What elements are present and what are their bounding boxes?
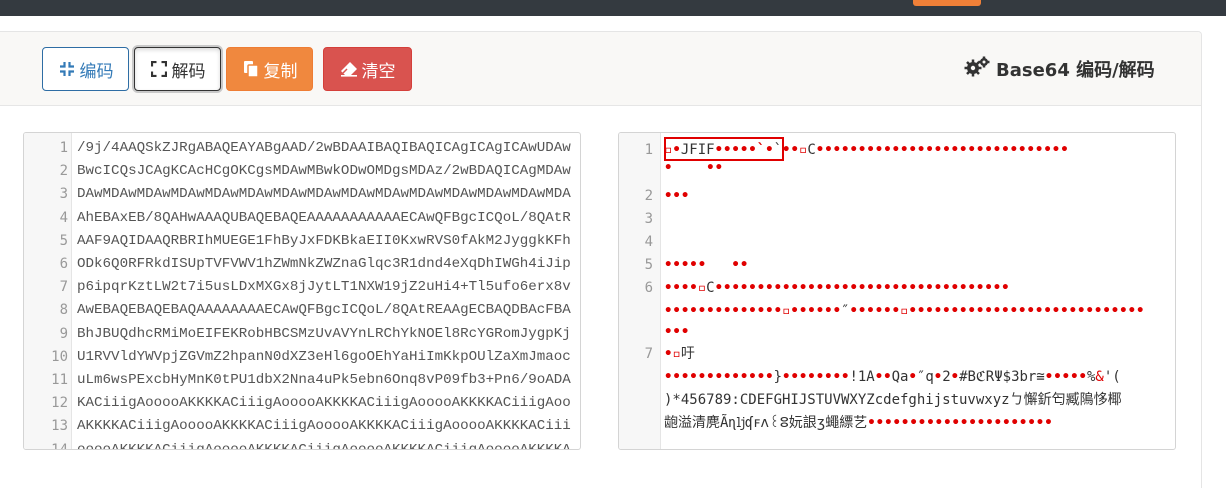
line-number: 7 [59,279,68,296]
line-number: 9 [59,325,68,342]
line-number: 3 [59,186,68,203]
line-number-gutter: 1 2 3 4 5 6 7 [619,133,661,449]
copy-icon [242,60,260,78]
encode-button[interactable]: 编码 [42,47,129,91]
code-line: DAwMDAwMDAwMDAwMDAwMDAwMDAwMDAwMDAwMDAwM… [77,186,571,203]
top-navbar [0,0,1226,16]
copy-button-label: 复制 [263,61,298,82]
line-number: 4 [644,234,653,250]
decode-button[interactable]: 解码 [134,47,221,91]
code-line: BwcICQsJCAgKCAcHCgOKCgsMDAwMBwkODwOMDgsM… [77,163,571,180]
code-line: ODk6Q0RFRkdISUpTVFVWV1hZWmNkZWZnaGlqc3R1… [77,256,571,272]
clear-button[interactable]: 清空 [323,47,412,91]
encode-button-label: 编码 [79,61,114,82]
code-line: AhEBAxEB/8QAHwAAAQUBAQEBAQEAAAAAAAAAAAEC… [77,209,571,226]
line-number: 11 [51,372,68,388]
decoded-output-editor[interactable]: 1 2 3 4 5 6 7 ▫•JFIF•••••`•`••▫C••••••••… [618,132,1176,450]
output-line: )*456789:CDEFGHIJSTUVWXYZcdefghijstuvwxy… [664,392,1122,408]
line-number: 7 [644,346,653,362]
line-number: 8 [59,302,68,319]
line-number: 10 [51,348,68,365]
line-number: 13 [51,418,68,435]
output-line: •▫吁 [664,346,695,362]
code-line: AwEBAQEBAQEBAQAAAAAAAAECAwQFBgcICQoL/8QA… [77,302,571,319]
page-title: Base64 编码/解码 [964,56,1155,83]
decode-button-label: 解码 [171,61,206,82]
output-line: •••••••••••••}••••••••!1A••Qa•″q•2•#BℭRΨ… [664,369,1121,385]
line-number: 2 [59,163,68,180]
line-number: 1 [644,142,653,158]
code-line: uLm6wsPExcbHyMnK0tPU1dbX2Nna4uPk5ebn6Onq… [77,372,571,388]
line-number: 14 [51,441,68,450]
code-line: /9j/4AAQSkZJRgABAQEAYABgAAD/2wBDAAIBAQIB… [77,140,571,156]
line-number: 5 [59,232,68,249]
code-line: p6ipqrKztLW2t7i5usLDxMXGx8jJytLT1NXW19jZ… [77,279,571,296]
line-number: 12 [51,395,68,412]
gears-icon [964,56,990,83]
code-line: BhJBUQdhcRMiMoEIFEKRobHBCSMzUvAVYnLRChYk… [77,325,571,342]
code-line: ooooAKKKKACiiigAooooAKKKKACiiigAooooAKKK… [77,441,571,450]
output-line: ••• [664,188,690,204]
copy-button[interactable]: 复制 [226,47,313,91]
page-title-text: Base64 编码/解码 [996,60,1155,81]
toolbar: 编码 解码 复制 清空 Base64 编码/解码 [0,32,1201,106]
line-number: 1 [59,140,68,156]
navbar-button[interactable] [913,0,981,6]
eraser-icon [340,60,358,78]
output-line: ••••••••••••••▫••••••″••••••▫•••••••••••… [664,303,1145,319]
line-number: 6 [59,256,68,272]
output-line: ••••• •• [664,257,749,273]
output-line: • •• [664,160,724,176]
output-line: ••••▫C••••••••••••••••••••••••••••••••••… [664,280,1010,296]
code-line: KACiiigAooooAKKKKACiiigAooooAKKKKACiiigA… [77,395,571,412]
line-number: 6 [644,280,653,296]
output-line: ••• [664,324,690,340]
output-line: 龅溢清麂Ãɳǉʠꜰʌ꒰ⵓ妧詪ʒ蠅縹艺•••••••••••••••••••••• [664,415,1053,431]
line-number: 4 [59,209,68,226]
line-number: 2 [644,188,653,204]
base64-input-editor[interactable]: 1/9j/4AAQSkZJRgABAQEAYABgAAD/2wBDAAIBAQI… [23,132,581,450]
code-line: AAF9AQIDAAQRBRIhMUEGE1FhByJxFDKBkaEII0Kx… [77,232,571,249]
compress-icon [58,60,76,78]
expand-icon [150,60,168,78]
output-line: ▫•JFIF•••••`•`••▫C••••••••••••••••••••••… [664,142,1069,158]
line-number: 5 [644,257,653,273]
code-line: U1RVVldYWVpjZGVmZ2hpanN0dXZ3eHl6goOEhYaH… [77,348,571,365]
line-number: 3 [644,211,653,227]
clear-button-label: 清空 [361,61,396,82]
code-line: AKKKKACiiigAooooAKKKKACiiigAooooAKKKKACi… [77,418,571,435]
